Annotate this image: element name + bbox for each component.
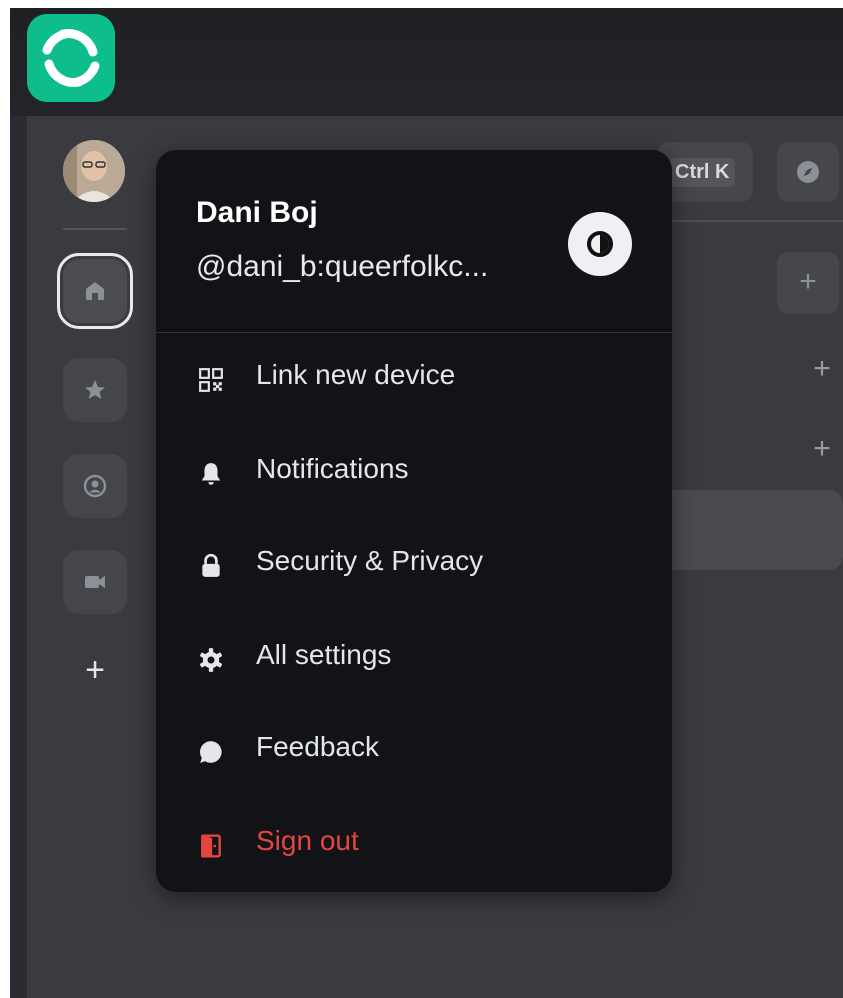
menu-item-notifications[interactable]: Notifications	[156, 439, 672, 509]
star-icon	[85, 380, 105, 399]
menu-item-label: Feedback	[256, 731, 379, 762]
add-space-button[interactable]: +	[77, 652, 113, 688]
sign-out-icon	[201, 834, 221, 858]
user-menu: Dani Boj @dani_b:queerfolkc... Link new …	[156, 150, 672, 892]
qr-code-icon	[199, 368, 223, 392]
menu-item-label: Link new device	[256, 359, 456, 390]
space-people[interactable]	[63, 454, 127, 518]
menu-item-label: Security & Privacy	[256, 545, 484, 576]
user-avatar[interactable]	[63, 140, 125, 202]
video-icon	[85, 576, 105, 588]
element-logo-icon[interactable]	[27, 14, 115, 102]
add-room-button[interactable]: +	[777, 252, 839, 314]
theme-contrast-icon	[587, 231, 613, 257]
search-shortcut-label: Ctrl K	[669, 158, 736, 187]
menu-item-label: Notifications	[256, 453, 409, 484]
user-display-name: Dani Boj	[196, 196, 318, 229]
add-room-section-button[interactable]: +	[809, 354, 835, 384]
menu-item-all-settings[interactable]: All settings	[156, 625, 672, 695]
room-list-item[interactable]	[659, 490, 843, 570]
menu-item-sign-out[interactable]: Sign out	[156, 811, 672, 881]
app-window: + Ctrl K + + + Dani Boj @dani_b:queerfol…	[10, 8, 843, 998]
theme-toggle-button[interactable]	[568, 212, 632, 276]
explore-rooms-button[interactable]	[777, 142, 839, 202]
user-id: @dani_b:queerfolkc...	[196, 250, 489, 283]
menu-item-label: All settings	[256, 639, 392, 670]
gear-icon	[199, 648, 223, 672]
person-circle-icon	[83, 474, 107, 498]
menu-divider	[156, 332, 672, 333]
space-divider	[63, 228, 127, 230]
bell-icon	[201, 463, 221, 485]
space-favourites[interactable]	[63, 358, 127, 422]
home-icon	[86, 282, 104, 300]
header-divider	[657, 220, 843, 222]
lock-icon	[202, 553, 220, 577]
menu-item-security-privacy[interactable]: Security & Privacy	[156, 531, 672, 601]
top-bar	[10, 8, 843, 116]
add-room-section-button[interactable]: +	[809, 434, 835, 464]
space-video-rooms[interactable]	[63, 550, 127, 614]
menu-item-link-new-device[interactable]: Link new device	[156, 345, 672, 415]
menu-item-feedback[interactable]: Feedback	[156, 717, 672, 787]
menu-item-label: Sign out	[256, 825, 359, 856]
space-home[interactable]	[57, 253, 133, 329]
chat-bubble-icon	[200, 741, 222, 763]
compass-icon	[797, 161, 819, 183]
space-panel: +	[27, 116, 163, 998]
